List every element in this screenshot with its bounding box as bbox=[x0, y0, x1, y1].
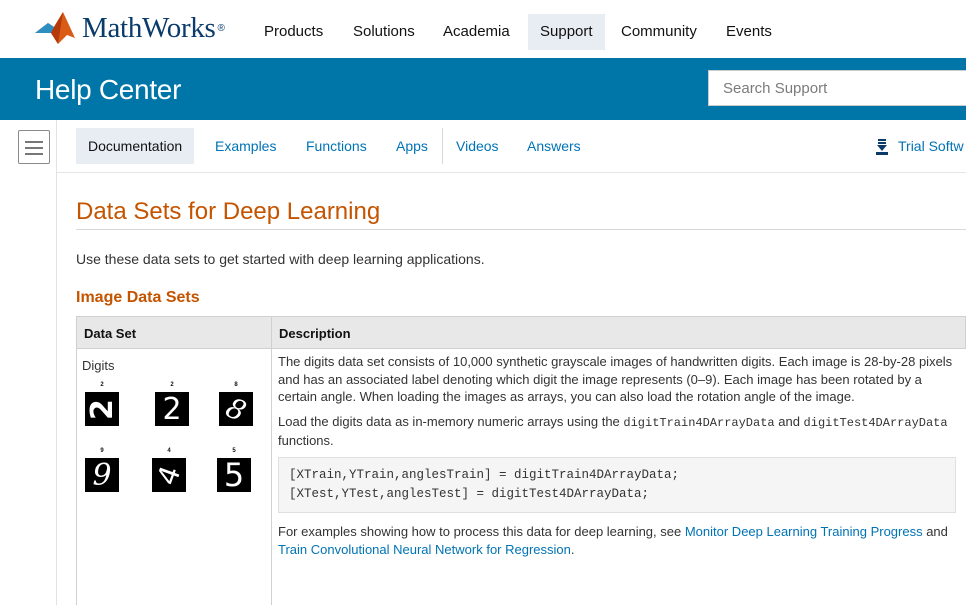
trial-label: Trial Softw bbox=[898, 138, 964, 154]
code-line: [XTest,YTest,anglesTest] = digitTest4DAr… bbox=[289, 486, 650, 501]
code-line: [XTrain,YTrain,anglesTrain] = digitTrain… bbox=[289, 467, 680, 482]
hamburger-menu-icon[interactable] bbox=[18, 130, 50, 164]
search-input[interactable] bbox=[709, 71, 966, 105]
digit-label: 2 bbox=[100, 382, 104, 388]
tab-functions[interactable]: Functions bbox=[294, 128, 379, 164]
digit-label: 9 bbox=[100, 448, 104, 454]
tab-videos[interactable]: Videos bbox=[444, 128, 511, 164]
download-icon bbox=[876, 139, 888, 156]
digit-image: 9 bbox=[85, 458, 119, 492]
digit-label: 8 bbox=[234, 382, 238, 388]
digit-sample: 4 4 bbox=[149, 446, 189, 492]
description-paragraph: The digits data set consists of 10,000 s… bbox=[278, 354, 953, 405]
digit-label: 5 bbox=[232, 448, 236, 454]
top-navigation: MathWorks ® Products Solutions Academia S… bbox=[0, 0, 966, 58]
search-box bbox=[708, 70, 966, 106]
help-center-header: Help Center bbox=[0, 58, 966, 120]
nav-products[interactable]: Products bbox=[252, 14, 335, 50]
table-header: Data Set Description bbox=[76, 316, 966, 349]
examples-paragraph: For examples showing how to process this… bbox=[278, 523, 948, 557]
mathworks-logo[interactable]: MathWorks ® bbox=[34, 8, 225, 48]
intro-text: Use these data sets to get started with … bbox=[76, 251, 485, 267]
tab-apps[interactable]: Apps bbox=[384, 128, 440, 164]
dataset-description: The digits data set consists of 10,000 s… bbox=[278, 353, 960, 565]
digit-sample: 8 8 bbox=[216, 380, 256, 426]
trial-software-link[interactable]: Trial Softw bbox=[876, 128, 964, 164]
function-name: digitTrain4DArrayData bbox=[623, 415, 775, 430]
tab-documentation[interactable]: Documentation bbox=[76, 128, 195, 164]
tab-answers[interactable]: Answers bbox=[515, 128, 593, 164]
table-left-border bbox=[76, 349, 77, 605]
nav-solutions[interactable]: Solutions bbox=[341, 14, 427, 50]
nav-support[interactable]: Support bbox=[528, 14, 605, 50]
registered-mark: ® bbox=[217, 22, 225, 34]
digit-sample: 2 2 bbox=[152, 380, 192, 426]
column-divider bbox=[271, 316, 272, 605]
monitor-training-link[interactable]: Monitor Deep Learning Training Progress bbox=[685, 524, 923, 539]
header-data-set: Data Set bbox=[84, 326, 137, 341]
mathworks-membrane-logo-icon bbox=[35, 12, 75, 44]
page-title: Data Sets for Deep Learning bbox=[76, 198, 381, 225]
nav-academia[interactable]: Academia bbox=[431, 14, 522, 50]
load-instructions: Load the digits data as in-memory numeri… bbox=[278, 413, 948, 449]
digit-samples: 2 2 2 2 8 8 9 9 4 4 5 5 bbox=[82, 380, 267, 510]
train-cnn-regression-link[interactable]: Train Convolutional Neural Network for R… bbox=[278, 542, 571, 557]
logo-text: MathWorks bbox=[82, 11, 216, 44]
digit-label: 2 bbox=[170, 382, 174, 388]
help-center-title[interactable]: Help Center bbox=[35, 74, 181, 106]
digit-image: 2 bbox=[85, 392, 119, 426]
digit-image: 5 bbox=[217, 458, 251, 492]
dataset-name: Digits bbox=[82, 358, 115, 373]
code-block[interactable]: [XTrain,YTrain,anglesTrain] = digitTrain… bbox=[278, 456, 956, 513]
digit-label: 4 bbox=[167, 448, 171, 454]
digit-sample: 2 2 bbox=[82, 380, 122, 426]
digit-sample: 5 5 bbox=[214, 446, 254, 492]
nav-events[interactable]: Events bbox=[714, 14, 784, 50]
function-name: digitTest4DArrayData bbox=[803, 415, 948, 430]
header-description: Description bbox=[279, 326, 351, 341]
digit-sample: 9 9 bbox=[82, 446, 122, 492]
doc-subnav: Documentation Examples Functions Apps Vi… bbox=[57, 120, 966, 173]
section-heading: Image Data Sets bbox=[76, 289, 200, 306]
left-rail bbox=[0, 120, 57, 605]
tab-examples[interactable]: Examples bbox=[203, 128, 288, 164]
nav-community[interactable]: Community bbox=[609, 14, 709, 50]
subnav-divider bbox=[442, 128, 443, 164]
digit-image: 2 bbox=[155, 392, 189, 426]
title-divider bbox=[76, 229, 966, 230]
digit-image: 4 bbox=[152, 458, 186, 492]
digit-image: 8 bbox=[219, 392, 253, 426]
